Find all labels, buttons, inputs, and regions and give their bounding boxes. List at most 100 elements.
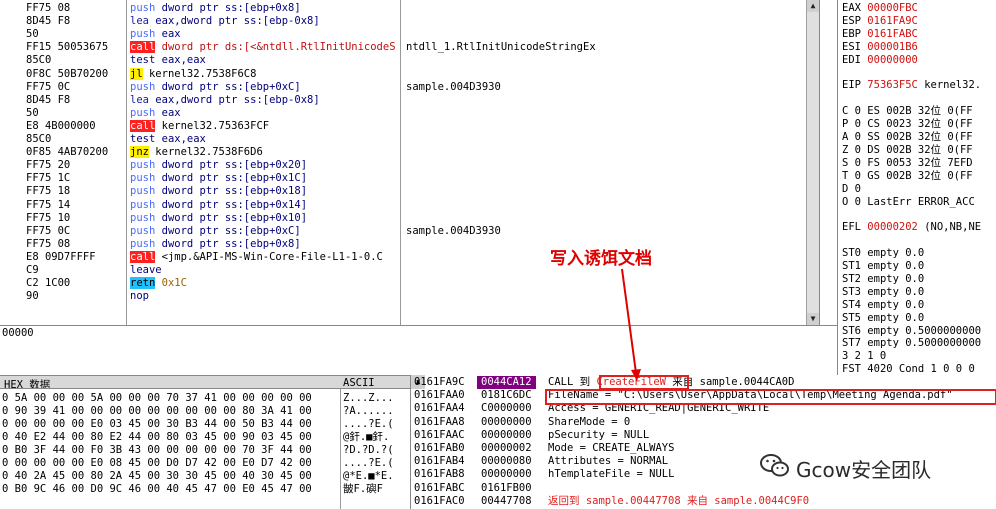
register-row[interactable]: ST4 empty 0.0 bbox=[842, 299, 924, 311]
mnemonic: retn bbox=[130, 277, 156, 290]
register-extra: empty 0.0 bbox=[867, 285, 925, 298]
hex-bytes: 0 00 00 00 00 E0 08 45 00 D0 D7 42 00 E0… bbox=[2, 457, 312, 469]
instruction: lea eax,dword ptr ss:[ebp-0x8] bbox=[130, 15, 398, 27]
register-name: ST6 bbox=[842, 324, 861, 337]
disasm-row[interactable]: E8 4B000000 call kernel32.75363FCF bbox=[0, 119, 819, 132]
disasm-row[interactable]: FF75 14 push dword ptr ss:[ebp+0x14] bbox=[0, 199, 819, 211]
stack-row[interactable]: 0161FA9C 0044CA12 CALL 到 CreateFileW 来自 sa… bbox=[411, 376, 996, 389]
register-row[interactable]: FST 4020 Cond 1 0 0 0 bbox=[842, 363, 975, 375]
opcode-bytes: 8D45 F8 bbox=[26, 15, 71, 28]
register-name: ESI bbox=[842, 40, 861, 53]
register-name: D 0 bbox=[842, 182, 861, 195]
hex-ascii: 皵F.礖F bbox=[343, 483, 383, 495]
register-name: ST2 bbox=[842, 272, 861, 285]
register-row[interactable]: T 0 GS 002B 32位 0(FF bbox=[842, 170, 973, 182]
stack-value: 0161FB00 bbox=[481, 481, 532, 494]
register-row[interactable]: EAX 00000FBC bbox=[842, 2, 918, 14]
hex-bytes: 0 B0 9C 46 00 D0 9C 46 00 40 45 47 00 E0… bbox=[2, 483, 312, 495]
stack-row[interactable]: 0161FAC0 00447708 返回到 sample.00447708 来自 s… bbox=[411, 495, 996, 508]
register-row[interactable]: ESP 0161FA9C bbox=[842, 15, 918, 27]
register-row[interactable]: S 0 FS 0053 32位 7EFD bbox=[842, 157, 973, 169]
register-value: 00000202 bbox=[867, 221, 918, 234]
hex-ascii: @*E.■*E. bbox=[343, 470, 394, 482]
register-name: C 0 bbox=[842, 105, 861, 118]
register-row[interactable]: A 0 SS 002B 32位 0(FF bbox=[842, 131, 973, 143]
register-row[interactable]: D 0 bbox=[842, 183, 861, 195]
register-name: O 0 bbox=[842, 195, 861, 208]
disassembly-scrollbar[interactable]: ▲ ▼ bbox=[806, 0, 819, 325]
stack-address: 0161FAA0 bbox=[414, 389, 465, 402]
register-row[interactable]: EFL 00000202 (NO,NB,NE bbox=[842, 221, 981, 233]
register-row[interactable]: ST3 empty 0.0 bbox=[842, 286, 924, 298]
disasm-row[interactable]: 90 nop bbox=[0, 290, 819, 302]
register-row[interactable]: 3 2 1 0 bbox=[842, 350, 886, 362]
disasm-row[interactable]: FF75 0C push dword ptr ss:[ebp+0xC] sample… bbox=[0, 80, 819, 93]
register-name: EBP bbox=[842, 27, 861, 40]
register-row[interactable]: ST0 empty 0.0 bbox=[842, 247, 924, 259]
disasm-row[interactable]: FF75 0C push dword ptr ss:[ebp+0xC] sample… bbox=[0, 224, 819, 237]
disasm-row[interactable]: C2 1C00 retn 0x1C bbox=[0, 277, 819, 290]
disassembly-pane[interactable]: FF75 08 push dword ptr ss:[ebp+0x8] 8D45 F… bbox=[0, 0, 820, 325]
register-row[interactable]: EIP 75363F5C kernel32. bbox=[842, 79, 981, 91]
disasm-row[interactable]: 0F8C 50B70200 jl kernel32.7538F6C8 bbox=[0, 67, 819, 80]
disasm-row[interactable]: FF15 50053675 call dword ptr ds:[<&ntdll.… bbox=[0, 41, 819, 54]
instruction: leave bbox=[130, 264, 398, 276]
disasm-row[interactable]: 85C0 test eax,eax bbox=[0, 133, 819, 145]
disasm-row[interactable]: FF75 10 push dword ptr ss:[ebp+0x10] bbox=[0, 212, 819, 224]
mnemonic: test bbox=[130, 54, 156, 67]
register-name: S 0 bbox=[842, 156, 861, 169]
opcode-bytes: FF75 08 bbox=[26, 2, 71, 14]
disasm-row[interactable]: 85C0 test eax,eax bbox=[0, 54, 819, 67]
register-row[interactable]: ST6 empty 0.5000000000 bbox=[842, 325, 981, 337]
register-extra: LastErr ERROR_ACC bbox=[867, 195, 975, 208]
operand: eax,dword ptr ss:[ebp-0x8] bbox=[155, 15, 320, 28]
opcode-bytes: C9 bbox=[26, 264, 39, 276]
stack-row[interactable]: 0161FAAC 00000000 pSecurity = NULL bbox=[411, 429, 996, 442]
register-row[interactable]: Z 0 DS 002B 32位 0(FF bbox=[842, 144, 973, 156]
hex-dump-pane[interactable]: 0 5A 00 00 00 5A 00 00 00 70 37 41 00 00… bbox=[0, 389, 410, 509]
scroll-down-icon[interactable]: ▼ bbox=[807, 313, 819, 325]
stack-address: 0161FAB4 bbox=[414, 455, 465, 468]
disasm-row[interactable]: 8D45 F8 lea eax,dword ptr ss:[ebp-0x8] bbox=[0, 15, 819, 28]
register-extra: empty 0.0 bbox=[867, 272, 925, 285]
operand: kernel32.7538F6C8 bbox=[148, 67, 257, 80]
disasm-row[interactable]: 50 push eax bbox=[0, 28, 819, 40]
register-extra: DS 002B 32位 0(FF bbox=[867, 143, 973, 156]
register-row[interactable]: ST5 empty 0.0 bbox=[842, 312, 924, 324]
disasm-row[interactable]: C9 leave bbox=[0, 264, 819, 276]
register-name: EDI bbox=[842, 53, 861, 66]
disasm-row[interactable]: 50 push eax bbox=[0, 107, 819, 119]
comment: sample.004D3930 bbox=[406, 224, 501, 237]
register-row[interactable]: ST7 empty 0.5000000000 bbox=[842, 337, 981, 349]
register-row[interactable]: ST2 empty 0.0 bbox=[842, 273, 924, 285]
stack-pane[interactable]: ▲ 0161FA9C 0044CA12 CALL 到 CreateFileW 来自 … bbox=[410, 375, 996, 509]
disasm-row[interactable]: FF75 18 push dword ptr ss:[ebp+0x18] bbox=[0, 185, 819, 197]
disasm-row[interactable]: FF75 08 push dword ptr ss:[ebp+0x8] bbox=[0, 2, 819, 14]
disasm-row[interactable]: FF75 1C push dword ptr ss:[ebp+0x1C] bbox=[0, 172, 819, 184]
scroll-up-icon[interactable]: ▲ bbox=[807, 0, 819, 12]
comment: sample.004D3930 bbox=[406, 80, 501, 93]
disasm-row[interactable]: 8D45 F8 lea eax,dword ptr ss:[ebp-0x8] bbox=[0, 94, 819, 106]
disasm-row[interactable]: FF75 08 push dword ptr ss:[ebp+0x8] bbox=[0, 238, 819, 250]
register-row[interactable]: P 0 CS 0023 32位 0(FF bbox=[842, 118, 973, 130]
register-name: ST4 bbox=[842, 298, 861, 311]
stack-address: 0161FAA4 bbox=[414, 402, 465, 415]
stack-row[interactable]: 0161FAA8 00000000 ShareMode = 0 bbox=[411, 416, 996, 429]
register-extra: empty 0.5000000000 bbox=[867, 324, 982, 337]
register-row[interactable]: C 0 ES 002B 32位 0(FF bbox=[842, 105, 973, 117]
comment-text: pSecurity = NULL bbox=[548, 428, 650, 441]
wechat-icon bbox=[760, 453, 790, 484]
disasm-row[interactable]: E8 09D7FFFF call <jmp.&API-MS-Win-Core-Fi… bbox=[0, 250, 819, 263]
register-extra: 4020 Cond 1 0 0 0 bbox=[867, 363, 975, 375]
registers-pane[interactable]: EAX 00000FBC ESP 0161FA9C EBP 0161FABC E… bbox=[837, 0, 996, 375]
register-row[interactable]: EDI 00000000 bbox=[842, 54, 918, 66]
register-row[interactable]: O 0 LastErr ERROR_ACC bbox=[842, 196, 975, 208]
register-value: 00000FBC bbox=[867, 2, 918, 14]
register-row[interactable]: ST1 empty 0.0 bbox=[842, 260, 924, 272]
register-value: 0161FA9C bbox=[867, 14, 918, 27]
hex-header-label: HEX 数据 bbox=[4, 379, 51, 389]
register-row[interactable]: EBP 0161FABC bbox=[842, 28, 918, 40]
register-row[interactable]: ESI 000001B6 bbox=[842, 41, 918, 53]
disasm-row[interactable]: FF75 20 push dword ptr ss:[ebp+0x20] bbox=[0, 159, 819, 171]
disasm-row[interactable]: 0F85 4AB70200 jnz kernel32.7538F6D6 bbox=[0, 146, 819, 159]
